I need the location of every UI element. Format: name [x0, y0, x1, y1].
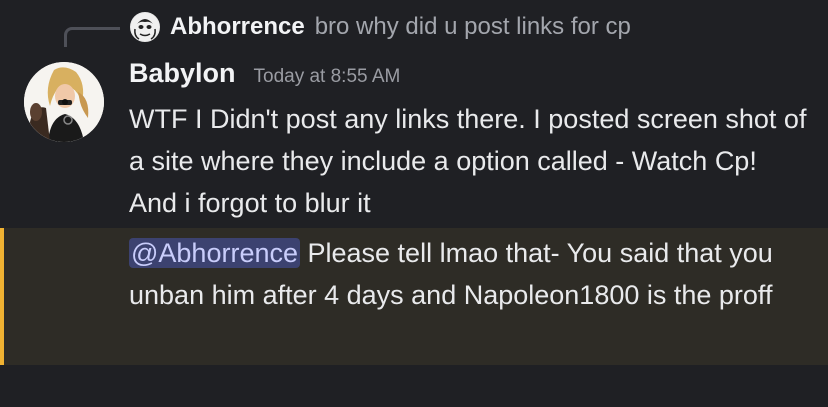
message-header: Babylon Today at 8:55 AM — [129, 58, 400, 96]
chat-view: Abhorrence bro why did u post links for … — [0, 0, 828, 407]
message-content: WTF I Didn't post any links there. I pos… — [129, 104, 807, 218]
mention-message-row: @Abhorrence Please tell lmao that- You s… — [0, 228, 828, 365]
reply-preview-text[interactable]: bro why did u post links for cp — [315, 13, 631, 41]
message-timestamp: Today at 8:55 AM — [253, 66, 401, 87]
reply-avatar-icon[interactable] — [128, 10, 162, 44]
reply-reference[interactable]: Abhorrence bro why did u post links for … — [128, 8, 631, 46]
followup-message-content: @Abhorrence Please tell lmao that- You s… — [129, 232, 819, 316]
reply-author-name[interactable]: Abhorrence — [170, 13, 305, 41]
mention-highlight-stripe — [0, 228, 4, 365]
author-name[interactable]: Babylon — [129, 58, 236, 89]
reply-connector-line — [64, 27, 120, 47]
user-mention[interactable]: @Abhorrence — [129, 238, 300, 268]
author-avatar[interactable] — [24, 62, 104, 142]
